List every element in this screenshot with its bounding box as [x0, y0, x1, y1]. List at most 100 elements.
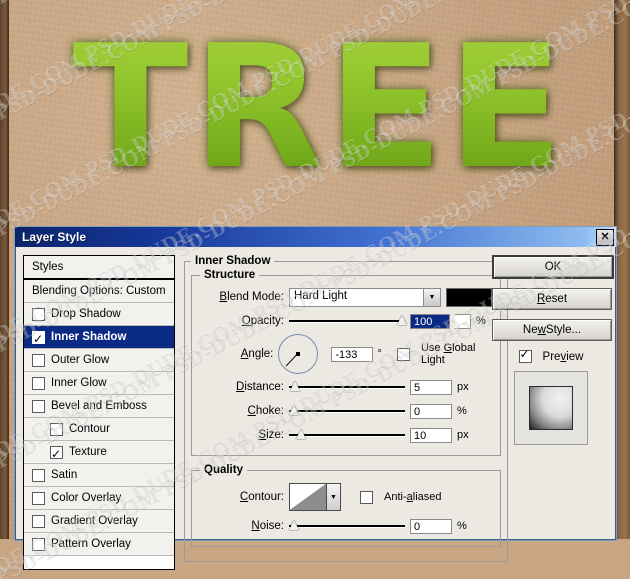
- size-slider[interactable]: [289, 429, 405, 441]
- blend-mode-row: Blend Mode: Hard Light ▼: [200, 285, 492, 309]
- choke-row: Choke: 0 %: [200, 399, 492, 423]
- choke-label: Choke:: [247, 405, 284, 417]
- preview-label: Preview: [542, 350, 584, 363]
- style-item-label: Color Overlay: [51, 492, 122, 504]
- angle-dial[interactable]: [278, 334, 319, 374]
- style-list-item[interactable]: Satin: [24, 464, 174, 487]
- styles-list[interactable]: Styles Blending Options: Custom Drop Shado…: [23, 255, 175, 570]
- structure-legend: Structure: [204, 269, 256, 281]
- noise-input[interactable]: 0: [410, 518, 452, 534]
- style-list-item[interactable]: Gradient Overlay: [24, 510, 174, 533]
- opacity-row: Opacity: 100 %: [200, 309, 492, 333]
- angle-label: Angle:: [240, 348, 274, 360]
- style-list-item[interactable]: Outer Glow: [24, 349, 174, 372]
- distance-slider-thumb[interactable]: [290, 381, 301, 391]
- opacity-spinner[interactable]: [455, 313, 471, 329]
- reset-button[interactable]: Reset: [492, 288, 612, 310]
- noise-slider[interactable]: [289, 520, 405, 532]
- style-item-label: Inner Glow: [51, 377, 107, 389]
- angle-dial-center: [296, 352, 301, 356]
- shadow-color-swatch[interactable]: [446, 287, 492, 307]
- anti-aliased-label: Anti-aliased: [384, 491, 442, 503]
- new-style-button[interactable]: Ne w Style...: [492, 319, 612, 341]
- anti-aliased-checkbox[interactable]: [360, 490, 373, 504]
- ok-button[interactable]: OK: [492, 255, 614, 279]
- distance-unit: px: [457, 381, 469, 393]
- blend-mode-value: Hard Light: [294, 289, 348, 302]
- headline-tree-text: TREE: [60, 8, 580, 208]
- size-row: Size: 10 px: [200, 423, 492, 447]
- size-slider-track: [289, 434, 405, 436]
- style-list-item[interactable]: Contour: [24, 418, 174, 441]
- contour-preview[interactable]: [289, 483, 327, 511]
- size-input[interactable]: 10: [410, 427, 452, 443]
- style-item-checkbox[interactable]: [32, 514, 45, 528]
- choke-slider-thumb[interactable]: [289, 405, 299, 415]
- layout-divider: [175, 255, 184, 570]
- frame-band-left: [0, 0, 9, 539]
- style-list-item[interactable]: Bevel and Emboss: [24, 395, 174, 418]
- style-item-checkbox[interactable]: [50, 422, 63, 436]
- style-item-label: Contour: [69, 423, 110, 435]
- noise-unit: %: [457, 520, 467, 532]
- style-item-checkbox[interactable]: [32, 468, 45, 482]
- layer-style-dialog: Layer Style ✕ Styles Blending Options: Cu…: [14, 226, 617, 570]
- style-item-label: Satin: [51, 469, 78, 481]
- settings-column: Inner Shadow Structure Blend Mode: Hard …: [184, 255, 508, 570]
- style-item-checkbox[interactable]: [32, 537, 45, 551]
- dialog-titlebar[interactable]: Layer Style ✕: [15, 227, 616, 247]
- choke-input[interactable]: 0: [410, 403, 452, 419]
- quality-legend: Quality: [204, 464, 243, 476]
- style-item-label: Pattern Overlay: [51, 538, 131, 550]
- style-list-item[interactable]: Inner Glow: [24, 372, 174, 395]
- style-list-item[interactable]: Styles: [24, 256, 174, 280]
- blend-mode-select[interactable]: Hard Light ▼: [289, 287, 441, 307]
- noise-label: Noise:: [251, 520, 284, 532]
- angle-row: Angle: -133 ° Use Global Light: [200, 333, 492, 375]
- opacity-slider[interactable]: [289, 315, 407, 327]
- distance-slider[interactable]: [289, 381, 405, 393]
- preview-toggle[interactable]: Preview: [492, 347, 610, 363]
- angle-unit: °: [377, 348, 382, 360]
- use-global-light-checkbox[interactable]: [396, 347, 410, 361]
- style-list-item[interactable]: Color Overlay: [24, 487, 174, 510]
- preview-thumbnail: [514, 371, 588, 445]
- noise-row: Noise: 0 %: [200, 514, 492, 538]
- opacity-unit: %: [476, 315, 486, 327]
- style-item-checkbox[interactable]: [32, 376, 45, 390]
- inner-shadow-group-title: Inner Shadow: [195, 255, 271, 267]
- distance-input[interactable]: 5: [410, 379, 452, 395]
- style-item-checkbox[interactable]: [50, 443, 63, 465]
- noise-slider-track: [289, 525, 405, 527]
- style-list-item[interactable]: Pattern Overlay: [24, 533, 174, 556]
- close-icon[interactable]: ✕: [596, 228, 614, 246]
- noise-slider-thumb[interactable]: [289, 520, 299, 530]
- style-item-label: Texture: [69, 446, 107, 458]
- preview-checkbox[interactable]: [518, 347, 532, 363]
- style-list-item[interactable]: Blending Options: Custom: [24, 280, 174, 303]
- style-list-item[interactable]: Inner Shadow: [24, 326, 174, 350]
- contour-picker[interactable]: ▼: [289, 483, 341, 511]
- size-label: Size:: [258, 429, 284, 441]
- style-list-item[interactable]: Drop Shadow: [24, 303, 174, 326]
- style-item-label: Outer Glow: [51, 354, 110, 366]
- opacity-label: Opacity:: [241, 315, 284, 327]
- chevron-down-icon[interactable]: ▼: [423, 288, 440, 306]
- style-item-checkbox[interactable]: [32, 307, 45, 321]
- choke-slider[interactable]: [289, 405, 405, 417]
- angle-input[interactable]: -133: [331, 346, 373, 362]
- style-item-label: Blending Options: Custom: [32, 285, 166, 297]
- quality-group: Quality Contour: ▼ Anti-aliased Noise: 0…: [191, 464, 501, 547]
- style-item-checkbox[interactable]: [32, 353, 45, 367]
- style-item-checkbox[interactable]: [32, 491, 45, 505]
- contour-label: Contour:: [239, 491, 284, 503]
- opacity-slider-thumb[interactable]: [396, 315, 407, 325]
- opacity-input[interactable]: 100: [410, 313, 450, 329]
- size-unit: px: [457, 429, 469, 441]
- size-slider-thumb[interactable]: [295, 429, 306, 439]
- style-list-item[interactable]: Texture: [24, 441, 174, 465]
- chevron-down-icon[interactable]: ▼: [327, 483, 341, 511]
- use-global-light-label: Use Global Light: [420, 342, 476, 366]
- style-item-checkbox[interactable]: [32, 328, 45, 350]
- style-item-checkbox[interactable]: [32, 399, 45, 413]
